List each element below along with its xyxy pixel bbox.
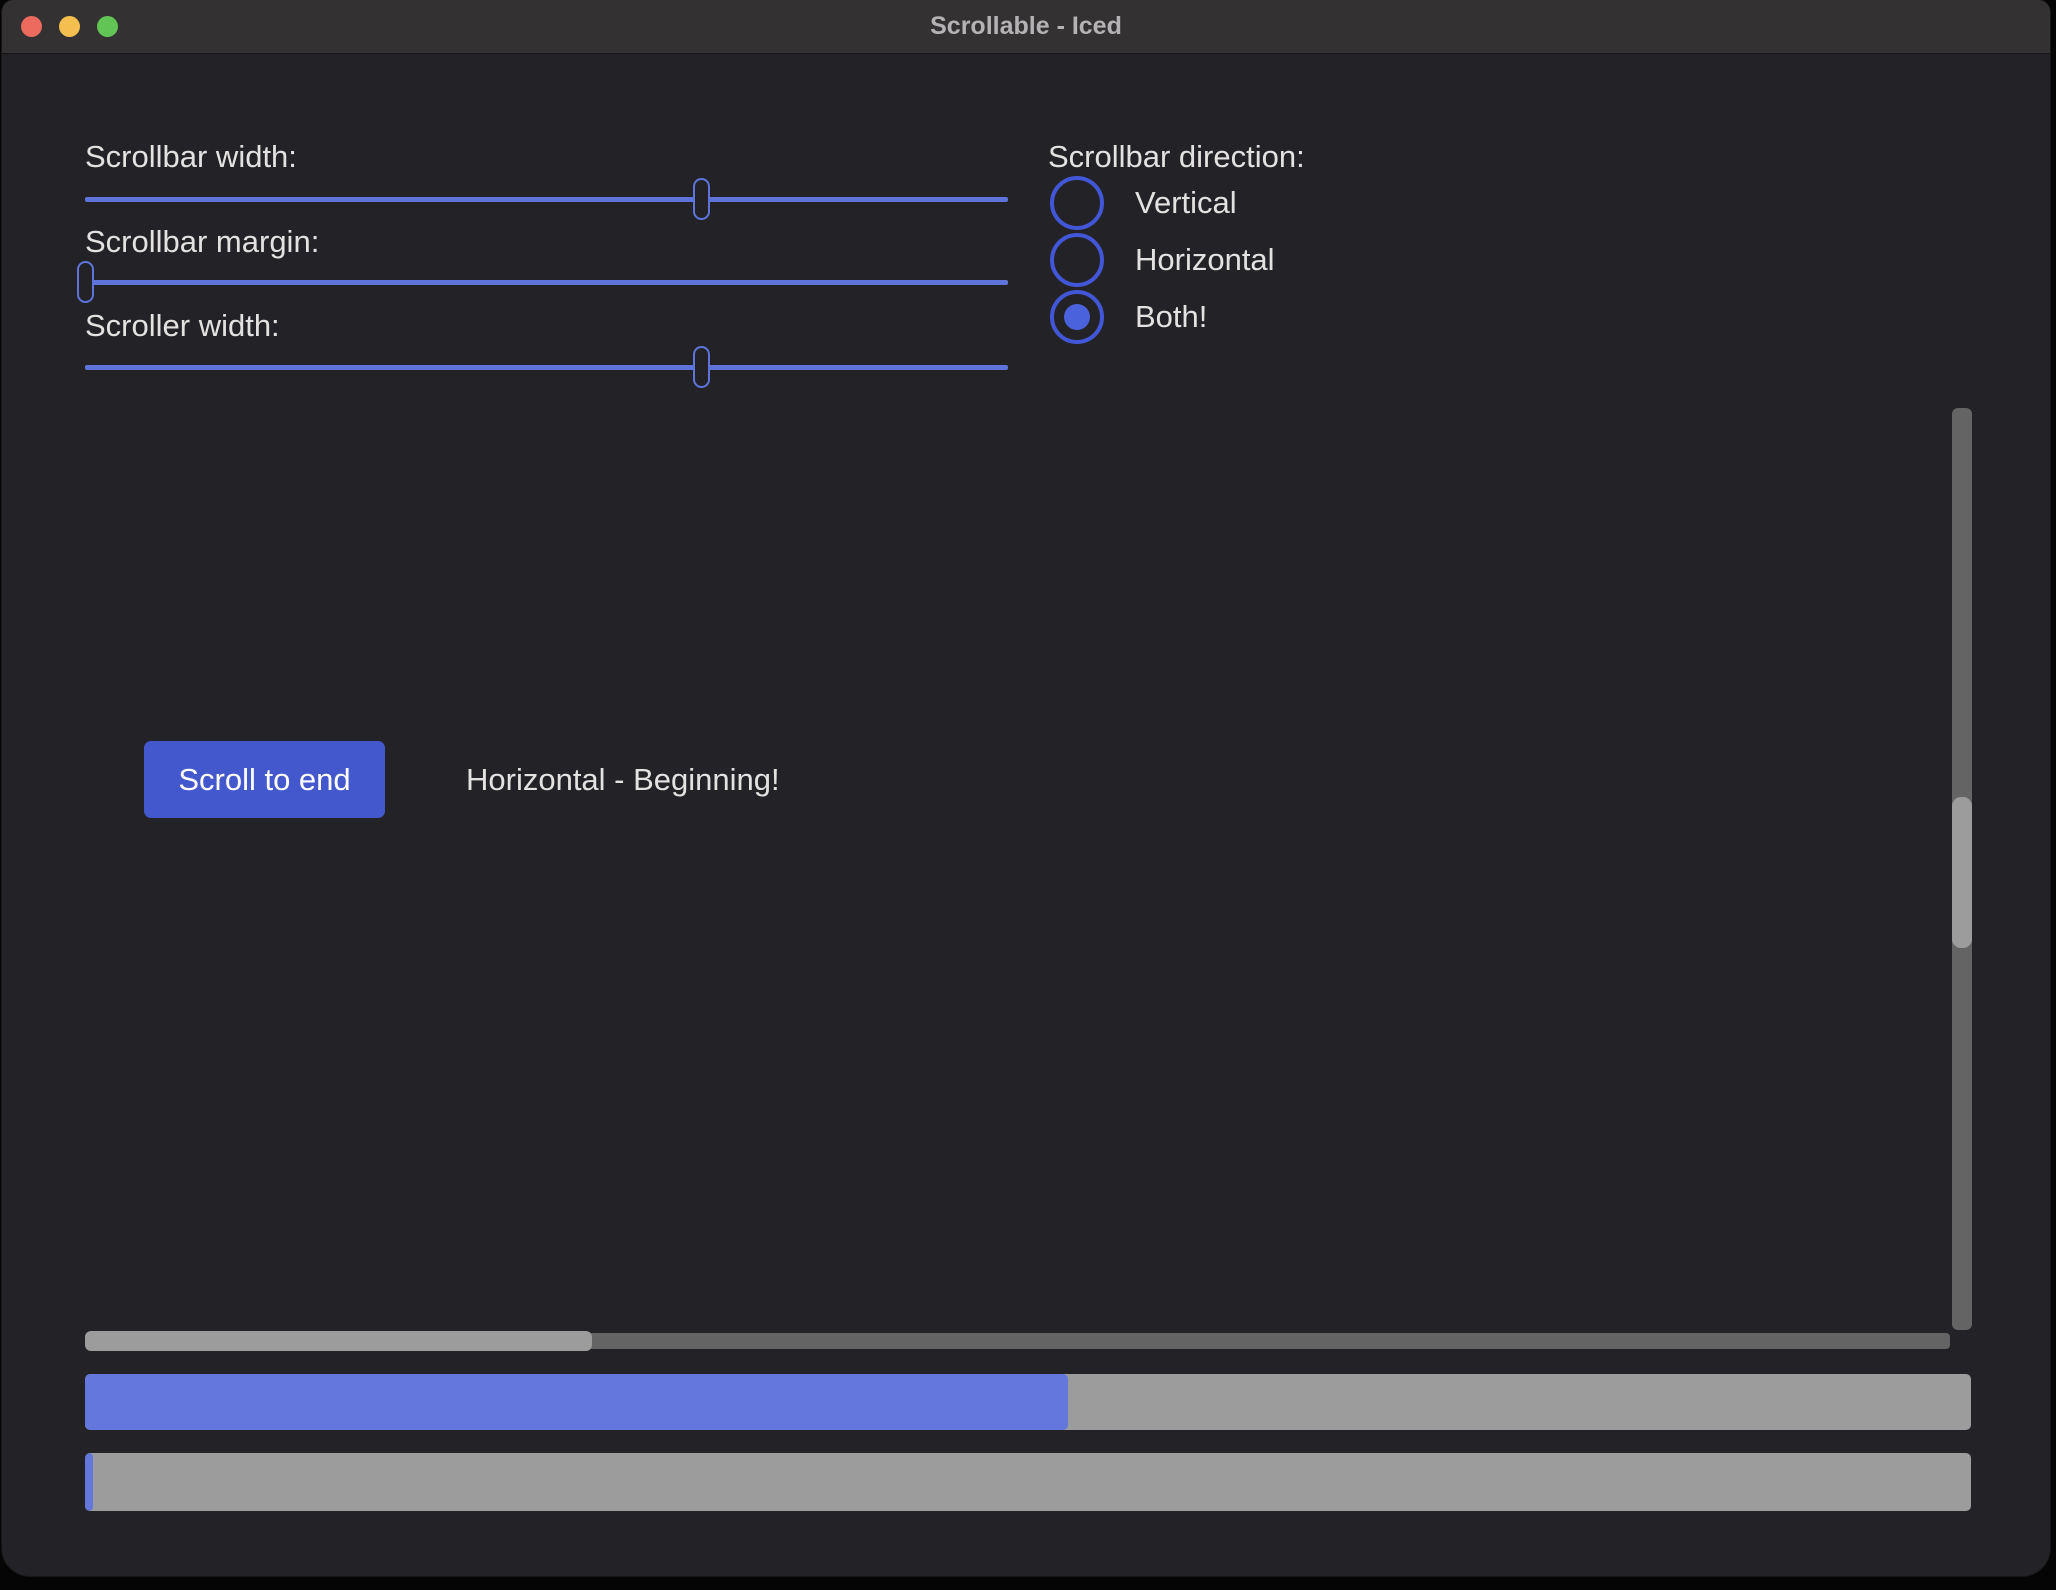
radio-option-label: Horizontal [1135,242,1275,278]
progress-fill [85,1374,1068,1430]
progress-bar-vertical [85,1453,1971,1511]
horizontal-scroller[interactable] [85,1331,592,1351]
radio-option-both[interactable]: Both! [1050,290,1207,344]
horizontal-scrollbar-track[interactable] [85,1333,1950,1349]
radio-circle-icon[interactable] [1050,176,1104,230]
slider-handle[interactable] [77,261,94,303]
progress-fill [85,1453,93,1511]
radio-option-label: Vertical [1135,185,1237,221]
scroll-to-end-button[interactable]: Scroll to end [144,741,385,818]
radio-dot-icon [1064,304,1090,330]
radio-option-label: Both! [1135,299,1207,335]
vertical-scrollbar-track[interactable] [1952,408,1972,1330]
radio-circle-icon[interactable] [1050,233,1104,287]
slider-handle[interactable] [693,346,710,388]
progress-bar-horizontal [85,1374,1971,1430]
slider-handle[interactable] [693,178,710,220]
radio-option-horizontal[interactable]: Horizontal [1050,233,1275,287]
slider-rail[interactable] [85,197,1008,202]
scrollbar-width-label: Scrollbar width: [85,136,297,177]
slider-rail[interactable] [85,280,1008,285]
radio-circle-icon[interactable] [1050,290,1104,344]
window-title: Scrollable - Iced [2,0,2050,53]
scroller-width-slider[interactable] [85,346,1008,388]
vertical-scroller[interactable] [1952,797,1972,948]
scrollbar-margin-label: Scrollbar margin: [85,221,319,262]
radio-group-label: Scrollbar direction: [1048,136,1305,177]
scroll-status-text: Horizontal - Beginning! [466,741,780,818]
slider-rail[interactable] [85,365,1008,370]
scrollbar-width-slider[interactable] [85,178,1008,220]
scroller-width-label: Scroller width: [85,305,280,346]
radio-option-vertical[interactable]: Vertical [1050,176,1237,230]
scrollbar-margin-slider[interactable] [85,261,1008,303]
app-window: Scrollable - Iced Scrollbar width: Scrol… [2,0,2050,1576]
titlebar: Scrollable - Iced [2,0,2050,54]
